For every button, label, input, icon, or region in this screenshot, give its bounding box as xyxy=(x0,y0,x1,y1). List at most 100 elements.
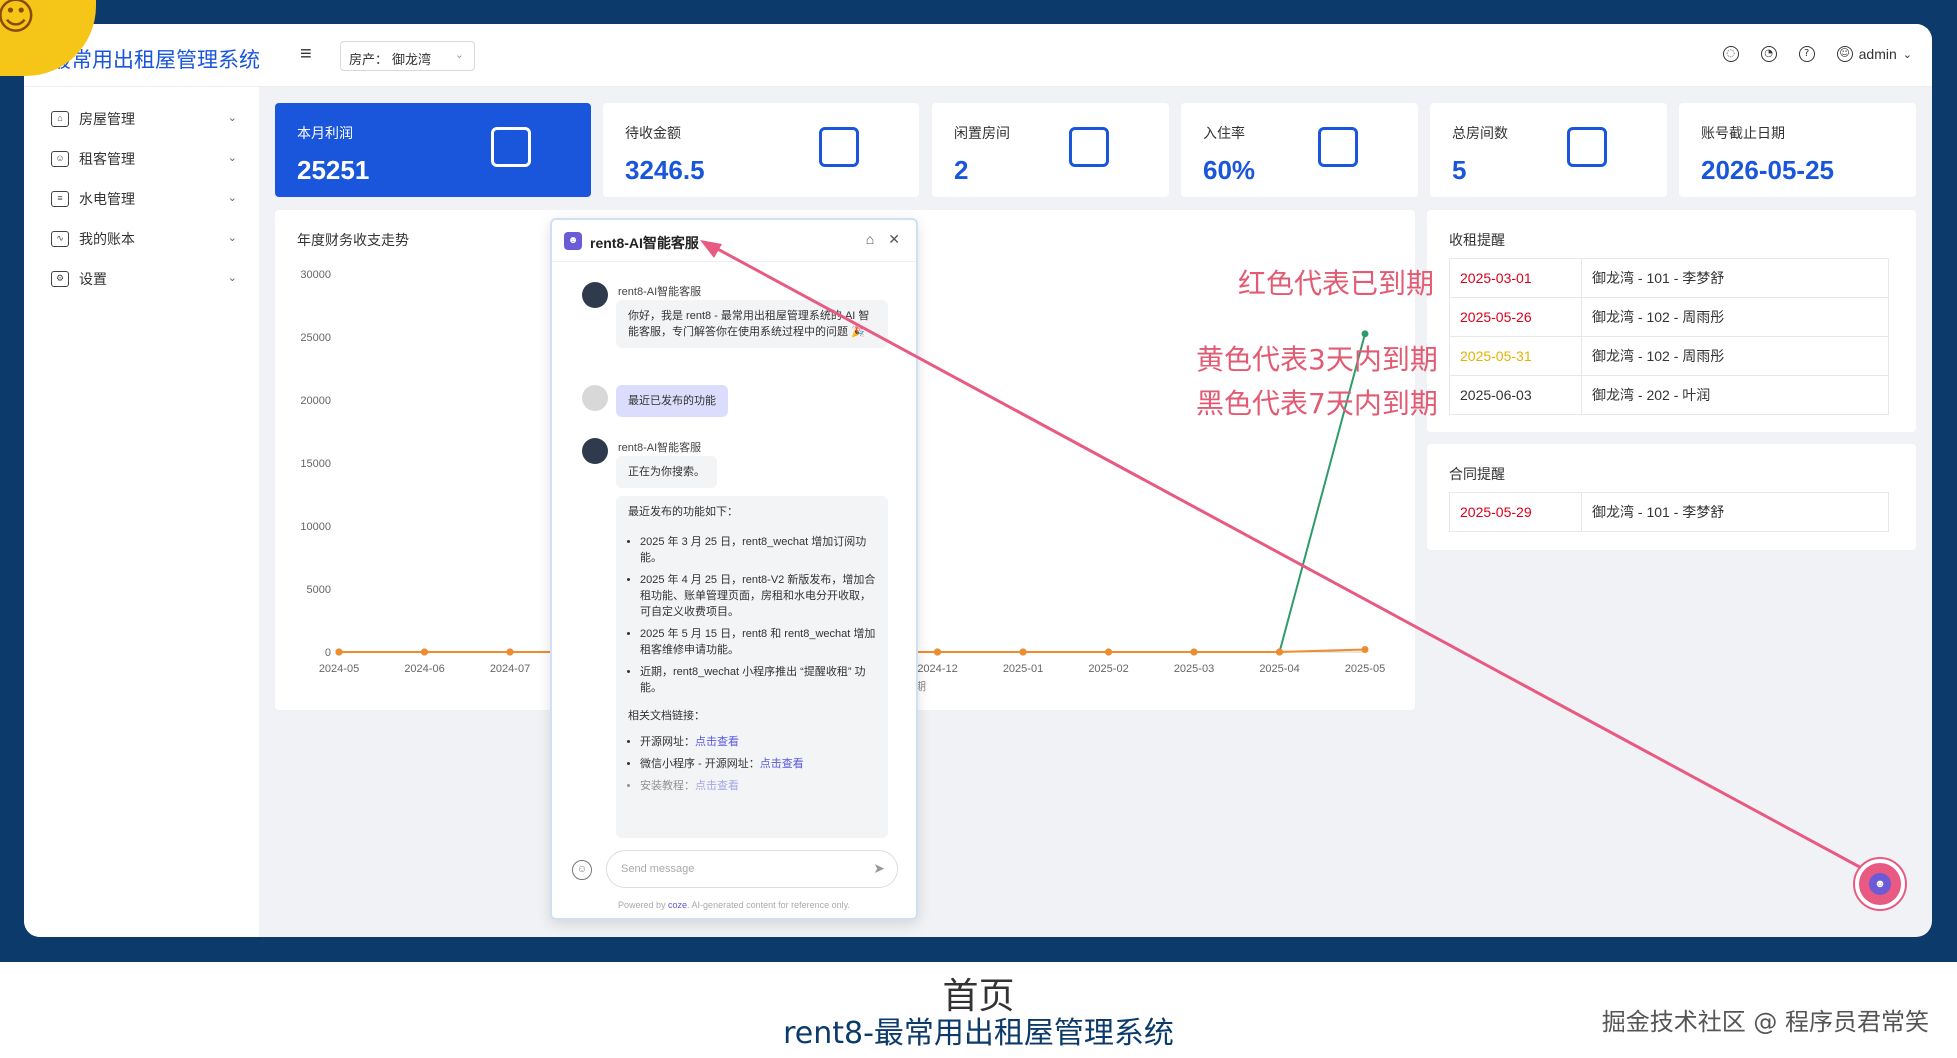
table-row[interactable]: 2025-06-03 御龙湾 - 202 - 叶润 xyxy=(1449,375,1889,415)
data-point[interactable] xyxy=(1190,648,1198,656)
user-menu[interactable]: ☺ admin ⌄ xyxy=(1836,46,1912,62)
bot-avatar xyxy=(582,282,608,308)
reminder-date: 2025-05-31 xyxy=(1449,336,1582,376)
doc-link[interactable]: 点击查看 xyxy=(695,780,739,792)
app-window: 最常用出租屋管理系统 ≡ 房产： 御龙湾 ⌄ ◌ ◔ ? ☺ admin ⌄ ⌂ … xyxy=(24,24,1932,937)
reminder-room: 御龙湾 - 101 - 李梦舒 xyxy=(1581,492,1889,532)
table-row[interactable]: 2025-05-31 御龙湾 - 102 - 周雨彤 xyxy=(1449,336,1889,376)
chevron-down-icon: ⌄ xyxy=(1902,48,1912,61)
data-point[interactable] xyxy=(1105,648,1112,656)
stat-value: 2 xyxy=(954,155,969,185)
bot-name: rent8-AI智能客服 xyxy=(618,286,702,298)
wechat-icon[interactable]: ◌ xyxy=(1722,46,1739,62)
table-row[interactable]: 2025-05-26 御龙湾 - 102 - 周雨彤 xyxy=(1449,297,1889,337)
list-item: 微信小程序 - 开源网址：点击查看 xyxy=(640,756,876,772)
help-icon[interactable]: ? xyxy=(1798,46,1815,62)
sidebar: ⌂ 房屋管理 ⌄ ☺ 租客管理 ⌄ ≡ 水电管理 ⌄ ∿ 我的账本 ⌄ ⚙ 设置… xyxy=(24,87,259,937)
stat-value: 3246.5 xyxy=(625,155,705,185)
chat-header-actions: ⌂ ✕ xyxy=(866,231,900,248)
home-icon: ⌂ xyxy=(51,111,69,127)
reminder-room: 御龙湾 - 102 - 周雨彤 xyxy=(1581,297,1889,337)
chat-input-placeholder: Send message xyxy=(621,863,695,875)
github-icon[interactable]: ◔ xyxy=(1760,46,1777,62)
y-tick-label: 15000 xyxy=(300,458,331,470)
x-tick-label: 2025-04 xyxy=(1259,663,1299,675)
data-point[interactable] xyxy=(1361,645,1369,653)
sidebar-item-houses[interactable]: ⌂ 房屋管理 ⌄ xyxy=(24,99,259,139)
header-actions: ◌ ◔ ? ☺ admin ⌄ xyxy=(1722,46,1912,62)
annotation-red: 红色代表已到期 xyxy=(1238,267,1435,300)
stat-card-profit: 本月利润 25251 xyxy=(275,103,591,197)
bot-logo-icon: ☻ xyxy=(564,232,582,250)
property-select[interactable]: 房产： 御龙湾 ⌄ xyxy=(340,41,475,71)
property-value: 御龙湾 xyxy=(392,52,432,67)
rent-reminder-card: 收租提醒 2025-03-01 御龙湾 - 101 - 李梦舒 2025-05-… xyxy=(1427,210,1916,432)
close-icon[interactable]: ✕ xyxy=(888,231,900,248)
doc-link[interactable]: 点击查看 xyxy=(695,736,739,748)
x-tick-label: 2025-03 xyxy=(1174,663,1214,675)
reminder-room: 御龙湾 - 102 - 周雨彤 xyxy=(1581,336,1889,376)
user-message-bubble: 最近已发布的功能 xyxy=(616,385,728,417)
watermark: 掘金技术社区 @ 程序员君常笑 xyxy=(1601,1008,1929,1036)
data-point[interactable] xyxy=(506,648,514,656)
menu-toggle-icon[interactable]: ≡ xyxy=(300,43,312,66)
chat-title: rent8-AI智能客服 xyxy=(590,235,699,251)
ai-chat-float-button[interactable]: ☻ xyxy=(1855,859,1905,909)
table-row[interactable]: 2025-03-01 御龙湾 - 101 - 李梦舒 xyxy=(1449,258,1889,298)
meter-icon: ≡ xyxy=(51,191,69,207)
x-tick-label: 2024-12 xyxy=(917,663,957,675)
send-icon[interactable]: ➤ xyxy=(873,860,885,877)
stat-card-receivable: 待收金额 3246.5 xyxy=(603,103,919,197)
data-point[interactable] xyxy=(1361,330,1369,338)
y-tick-label: 25000 xyxy=(300,332,331,344)
bot-greeting-bubble: 你好，我是 rent8 - 最常用出租屋管理系统的 AI 智能客服，专门解答你在… xyxy=(616,300,888,348)
chevron-down-icon: ⌄ xyxy=(227,152,237,164)
y-tick-label: 20000 xyxy=(300,395,331,407)
chevron-down-icon: ⌄ xyxy=(227,192,237,204)
powered-by-footer: Powered by coze. AI-generated content fo… xyxy=(552,900,916,910)
new-chat-icon[interactable]: ⌂ xyxy=(866,231,874,248)
reminder-date: 2025-03-01 xyxy=(1449,258,1582,298)
stat-value: 25251 xyxy=(297,155,370,185)
stat-value: 5 xyxy=(1452,155,1467,185)
answer-intro: 最近发布的功能如下： xyxy=(628,506,738,518)
emoji-icon[interactable]: ☺ xyxy=(572,860,592,880)
sidebar-item-settings[interactable]: ⚙ 设置 ⌄ xyxy=(24,259,259,299)
powered-prefix: Powered by xyxy=(618,900,669,910)
reminder-room: 御龙湾 - 101 - 李梦舒 xyxy=(1581,258,1889,298)
list-item: 2025 年 5 月 15 日，rent8 和 rent8_wechat 增加租… xyxy=(640,626,876,658)
docs-title: 相关文档链接： xyxy=(628,710,705,722)
data-point[interactable] xyxy=(421,648,428,656)
stat-card-occupancy: 入住率 60% xyxy=(1181,103,1418,197)
chevron-down-icon: ⌄ xyxy=(454,49,464,61)
powered-link[interactable]: coze xyxy=(668,900,687,910)
data-point[interactable] xyxy=(335,648,343,656)
chevron-down-icon: ⌄ xyxy=(227,112,237,124)
x-tick-label: 2025-05 xyxy=(1345,663,1385,675)
stat-label: 账号截止日期 xyxy=(1701,125,1785,141)
settings-icon: ⚙ xyxy=(51,271,69,287)
sidebar-item-utilities[interactable]: ≡ 水电管理 ⌄ xyxy=(24,179,259,219)
sidebar-item-tenants[interactable]: ☺ 租客管理 ⌄ xyxy=(24,139,259,179)
list-item: 安装教程：点击查看 xyxy=(640,778,876,794)
sidebar-item-label: 租客管理 xyxy=(79,151,135,167)
doc-link[interactable]: 点击查看 xyxy=(760,758,804,770)
data-point[interactable] xyxy=(1019,648,1027,656)
user-avatar xyxy=(582,385,608,411)
table-row[interactable]: 2025-05-29 御龙湾 - 101 - 李梦舒 xyxy=(1449,492,1889,532)
stat-card-rooms: 总房间数 5 xyxy=(1430,103,1667,197)
doc-label: 安装教程： xyxy=(640,780,695,792)
money-icon xyxy=(819,127,859,167)
sidebar-item-ledger[interactable]: ∿ 我的账本 ⌄ xyxy=(24,219,259,259)
list-item: 开源网址：点击查看 xyxy=(640,734,876,750)
data-point[interactable] xyxy=(1276,648,1283,656)
docs-list: 开源网址：点击查看 微信小程序 - 开源网址：点击查看 安装教程：点击查看 xyxy=(628,734,876,794)
sidebar-item-label: 设置 xyxy=(79,271,107,287)
x-tick-label: 2024-07 xyxy=(490,663,530,675)
chat-message-input[interactable]: Send message ➤ xyxy=(606,850,898,888)
top-header: 最常用出租屋管理系统 ≡ 房产： 御龙湾 ⌄ ◌ ◔ ? ☺ admin ⌄ xyxy=(24,24,1932,87)
data-point[interactable] xyxy=(934,648,941,656)
stat-label: 总房间数 xyxy=(1452,125,1508,141)
x-tick-label: 2024-06 xyxy=(404,663,444,675)
ai-chat-window: ☻ rent8-AI智能客服 ⌂ ✕ rent8-AI智能客服 你好，我是 re… xyxy=(550,218,918,920)
